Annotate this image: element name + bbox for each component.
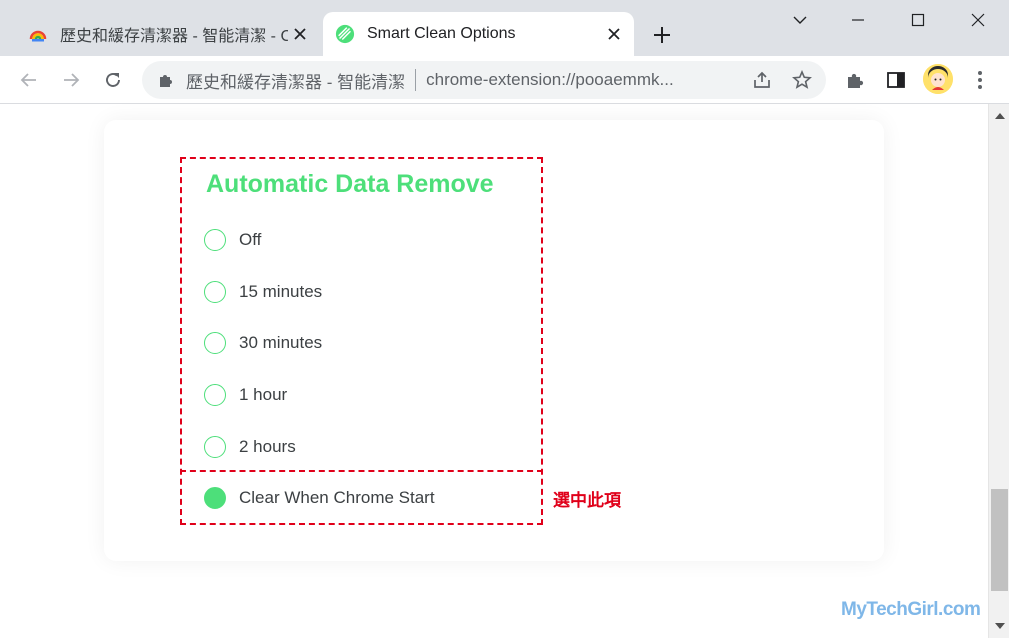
- option-label: 1 hour: [239, 385, 288, 404]
- radio-button[interactable]: [204, 332, 226, 354]
- option-label: Clear When Chrome Start: [239, 488, 435, 507]
- radio-button[interactable]: [204, 436, 226, 458]
- radio-button[interactable]: [204, 229, 226, 251]
- scroll-up-arrow-icon[interactable]: [989, 108, 1009, 124]
- maximize-icon: [911, 13, 925, 27]
- option-label: 2 hours: [239, 437, 296, 456]
- scrollbar-thumb[interactable]: [991, 489, 1008, 591]
- option-2-hours[interactable]: 2 hours: [204, 435, 296, 459]
- radio-button[interactable]: [204, 384, 226, 406]
- option-30-minutes[interactable]: 30 minutes: [204, 331, 322, 355]
- maximize-button[interactable]: [898, 6, 938, 34]
- forward-arrow-icon: [64, 73, 80, 87]
- puzzle-icon: [848, 73, 864, 88]
- tab-close-icon[interactable]: [288, 22, 312, 46]
- reload-icon: [106, 73, 120, 87]
- tab-history-cleaner[interactable]: 歷史和緩存清潔器 - 智能清潔 - C: [16, 12, 320, 56]
- window-close-button[interactable]: [958, 6, 998, 34]
- extensions-button[interactable]: [843, 68, 867, 92]
- radio-button[interactable]: [204, 281, 226, 303]
- tab-close-icon[interactable]: [602, 22, 626, 46]
- chrome-menu-button[interactable]: [968, 68, 992, 92]
- chevron-down-icon: [793, 16, 807, 24]
- site-name: 歷史和緩存清潔器 - 智能清潔: [186, 72, 406, 92]
- forward-button[interactable]: [55, 64, 87, 96]
- option-label: 30 minutes: [239, 333, 323, 352]
- option-15-minutes[interactable]: 15 minutes: [204, 280, 322, 304]
- back-arrow-icon: [20, 73, 36, 87]
- option-label: Off: [239, 230, 262, 249]
- kebab-menu-icon: [978, 71, 982, 89]
- radio-button-selected[interactable]: [204, 487, 226, 509]
- page-viewport: Automatic Data Remove Off 15 minutes 30 …: [0, 104, 988, 638]
- annotation-text: 選中此項: [553, 491, 621, 510]
- new-tab-button[interactable]: [648, 21, 676, 49]
- tab-smart-clean-options[interactable]: Smart Clean Options: [323, 12, 634, 56]
- profile-avatar[interactable]: [923, 64, 953, 94]
- address-bar[interactable]: 歷史和緩存清潔器 - 智能清潔 chrome-extension://pooae…: [142, 61, 826, 99]
- section-title: Automatic Data Remove: [206, 170, 494, 198]
- scroll-down-arrow-icon[interactable]: [989, 618, 1009, 634]
- puzzle-icon: [156, 70, 176, 90]
- chrome-rainbow-icon: [28, 24, 48, 44]
- tab-title: Smart Clean Options: [367, 25, 516, 42]
- option-clear-when-chrome-start[interactable]: Clear When Chrome Start: [204, 486, 435, 510]
- watermark: MyTechGirl.com: [841, 599, 981, 620]
- omnibox-divider: [415, 69, 417, 91]
- side-panel-icon: [887, 72, 905, 88]
- url-text: chrome-extension://pooaemmk...: [426, 70, 674, 89]
- tab-search-button[interactable]: [780, 6, 820, 34]
- star-icon[interactable]: [790, 68, 814, 92]
- option-off[interactable]: Off: [204, 228, 261, 252]
- back-button[interactable]: [13, 64, 45, 96]
- reload-button[interactable]: [97, 64, 129, 96]
- option-1-hour[interactable]: 1 hour: [204, 383, 287, 407]
- close-icon: [971, 13, 985, 27]
- share-icon[interactable]: [750, 68, 774, 92]
- minimize-button[interactable]: [838, 6, 878, 34]
- smart-clean-leaf-icon: [335, 24, 355, 44]
- tab-title: 歷史和緩存清潔器 - 智能清潔 - C: [60, 28, 288, 45]
- side-panel-button[interactable]: [884, 68, 908, 92]
- vertical-scrollbar[interactable]: [988, 104, 1009, 638]
- plus-icon: [654, 27, 670, 43]
- minimize-icon: [852, 19, 864, 21]
- browser-toolbar: 歷史和緩存清潔器 - 智能清潔 chrome-extension://pooae…: [0, 56, 1009, 104]
- tab-strip: 歷史和緩存清潔器 - 智能清潔 - C Smart Clean Options: [0, 0, 1009, 56]
- annotation-dashed-divider: [180, 470, 543, 472]
- option-label: 15 minutes: [239, 282, 323, 301]
